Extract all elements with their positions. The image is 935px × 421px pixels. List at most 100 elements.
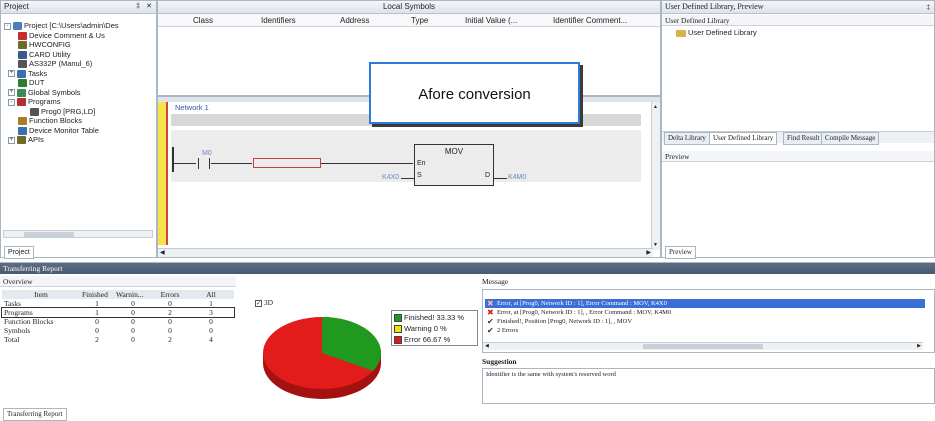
library-item-label: User Defined Library: [688, 28, 757, 37]
expand-icon[interactable]: +: [8, 136, 15, 144]
tree-item[interactable]: Device Monitor Table: [18, 126, 99, 136]
checkbox-3d-box[interactable]: ✓: [255, 299, 262, 307]
scroll-up-icon[interactable]: ▲: [653, 104, 658, 110]
scroll-right-icon[interactable]: ▶: [646, 249, 651, 256]
overview-cell: Programs: [4, 308, 33, 317]
col-warning[interactable]: Warnin...: [114, 290, 152, 299]
col-finished[interactable]: Finished: [80, 290, 114, 299]
collapse-icon[interactable]: -: [4, 22, 11, 30]
overview-row[interactable]: Function Blocks 0 0 0 0: [2, 317, 234, 326]
tab-transferring-report[interactable]: Transferring Report: [3, 408, 67, 421]
input-wire: [401, 178, 414, 179]
col-type[interactable]: Type: [411, 16, 428, 25]
message-hscrollbar[interactable]: ◀ ▶: [483, 342, 923, 350]
message-row[interactable]: ✖ Error, at [Prog0, Network ID : 1], Erro…: [485, 299, 925, 308]
library-pin-icon[interactable]: ‡: [927, 1, 931, 13]
col-identifier-comment[interactable]: Identifier Comment...: [553, 16, 627, 25]
contact-m0[interactable]: [198, 158, 210, 169]
selection-box[interactable]: [253, 158, 321, 168]
project-tree: - Project [C:\Users\admin\Des Device Comme…: [4, 21, 154, 221]
tree-item[interactable]: - Programs: [8, 97, 61, 107]
checkbox-3d[interactable]: ✓ 3D: [255, 298, 273, 307]
pin-icon[interactable]: ‡: [136, 1, 140, 13]
tab-compile-message[interactable]: Compile Message: [821, 132, 880, 145]
message-row[interactable]: ✔ Finished!, Position [Prog0, Network ID …: [485, 317, 925, 326]
tree-item[interactable]: + Global Symbols: [8, 88, 81, 98]
contact-label[interactable]: M0: [202, 150, 212, 157]
tree-item-label: Programs: [28, 97, 61, 106]
tab-user-defined-library[interactable]: User Defined Library: [709, 132, 778, 145]
mov-function-block[interactable]: MOV En S D: [414, 144, 494, 186]
library-pane-header: User Defined Library, Preview ‡: [662, 1, 934, 14]
tree-item[interactable]: Prog0 [PRG,LD]: [30, 107, 95, 117]
col-class[interactable]: Class: [193, 16, 213, 25]
tree-item[interactable]: CARD Utility: [18, 50, 71, 60]
check-icon: ✔: [487, 326, 494, 335]
tab-preview[interactable]: Preview: [665, 246, 696, 259]
overview-cell: 4: [209, 335, 213, 344]
col-address[interactable]: Address: [340, 16, 369, 25]
editor-vscrollbar[interactable]: ▲ ▼: [651, 102, 660, 250]
tree-item[interactable]: Device Comment & Us: [18, 31, 105, 41]
output-operand[interactable]: K4M0: [508, 174, 526, 181]
tree-item[interactable]: Function Blocks: [18, 116, 82, 126]
project-pane-title: Project: [4, 2, 29, 11]
col-identifiers[interactable]: Identifiers: [261, 16, 296, 25]
pie-legend: Finished! 33.33 % Warning 0 % Error 66.67 …: [391, 310, 478, 346]
message-row[interactable]: ✖ Error, at [Prog0, Network ID : 1], , Er…: [485, 308, 925, 317]
overview-row[interactable]: Symbols 0 0 0 0: [2, 326, 234, 335]
overview-row[interactable]: Programs 1 0 2 3: [1, 307, 235, 318]
legend-entry: Warning 0 %: [394, 323, 475, 334]
network-label[interactable]: Network 1: [175, 103, 209, 112]
pin-d: D: [484, 172, 490, 179]
tab-find-result[interactable]: Find Result: [783, 132, 824, 145]
network-gutter: [158, 102, 168, 245]
network-body[interactable]: [171, 130, 641, 182]
col-all[interactable]: All: [188, 290, 234, 299]
overview-row[interactable]: Tasks 1 0 0 1: [2, 299, 234, 308]
tree-item[interactable]: + Tasks: [8, 69, 47, 79]
col-errors[interactable]: Errors: [152, 290, 188, 299]
pie-chart: [263, 317, 381, 399]
overview-cell: 0: [131, 317, 135, 326]
legend-entry: Error 66.67 %: [394, 334, 475, 345]
project-icon: [13, 22, 22, 31]
overview-cell: 0: [95, 317, 99, 326]
overview-row[interactable]: Total 2 0 2 4: [2, 335, 234, 344]
collapse-icon[interactable]: -: [8, 98, 15, 106]
scroll-left-icon[interactable]: ◀: [160, 249, 165, 256]
scroll-down-icon[interactable]: ▼: [653, 242, 658, 248]
tab-project[interactable]: Project: [4, 246, 34, 259]
col-initial-value[interactable]: Initial Value (...: [465, 16, 517, 25]
rung-line-right: [321, 163, 413, 164]
input-operand[interactable]: K4X0: [382, 174, 399, 181]
tab-delta-library[interactable]: Delta Library: [664, 132, 710, 145]
hscroll-thumb[interactable]: [24, 232, 74, 237]
library-item[interactable]: User Defined Library: [676, 28, 757, 38]
tree-item[interactable]: DUT: [18, 78, 44, 88]
legend-swatch: [394, 325, 402, 334]
close-icon[interactable]: ✕: [146, 1, 152, 13]
legend-label: Warning 0 %: [404, 324, 447, 333]
col-item[interactable]: Item: [2, 290, 80, 299]
msg-scroll-left-icon[interactable]: ◀: [485, 343, 489, 349]
msg-hscroll-thumb[interactable]: [643, 344, 763, 349]
message-list[interactable]: ✖ Error, at [Prog0, Network ID : 1], Erro…: [482, 289, 935, 353]
tree-item[interactable]: + APIs: [8, 135, 44, 145]
message-text: Error, at [Prog0, Network ID : 1], Error…: [497, 300, 667, 307]
tree-item[interactable]: AS332P (Manul_6): [18, 59, 92, 69]
message-row[interactable]: ✔ 2 Errors: [485, 326, 925, 335]
expand-icon[interactable]: +: [8, 70, 15, 78]
expand-icon[interactable]: +: [8, 89, 15, 97]
tree-item-label: Device Monitor Table: [29, 125, 99, 135]
overview-cell: Function Blocks: [4, 317, 54, 326]
msg-scroll-right-icon[interactable]: ▶: [917, 343, 921, 349]
tree-item[interactable]: - Project [C:\Users\admin\Des: [4, 21, 119, 31]
tree-hscrollbar[interactable]: [3, 230, 153, 238]
overview-header-row: Item Finished Warnin... Errors All: [2, 290, 234, 299]
suggestion-box: Identifier is the same with system's res…: [482, 368, 935, 404]
editor-hscrollbar[interactable]: ◀ ▶: [158, 248, 653, 257]
message-text: Finished!, Position [Prog0, Network ID :…: [497, 318, 633, 325]
overview-cell: 0: [131, 335, 135, 344]
tree-item[interactable]: HWCONFIG: [18, 40, 71, 50]
